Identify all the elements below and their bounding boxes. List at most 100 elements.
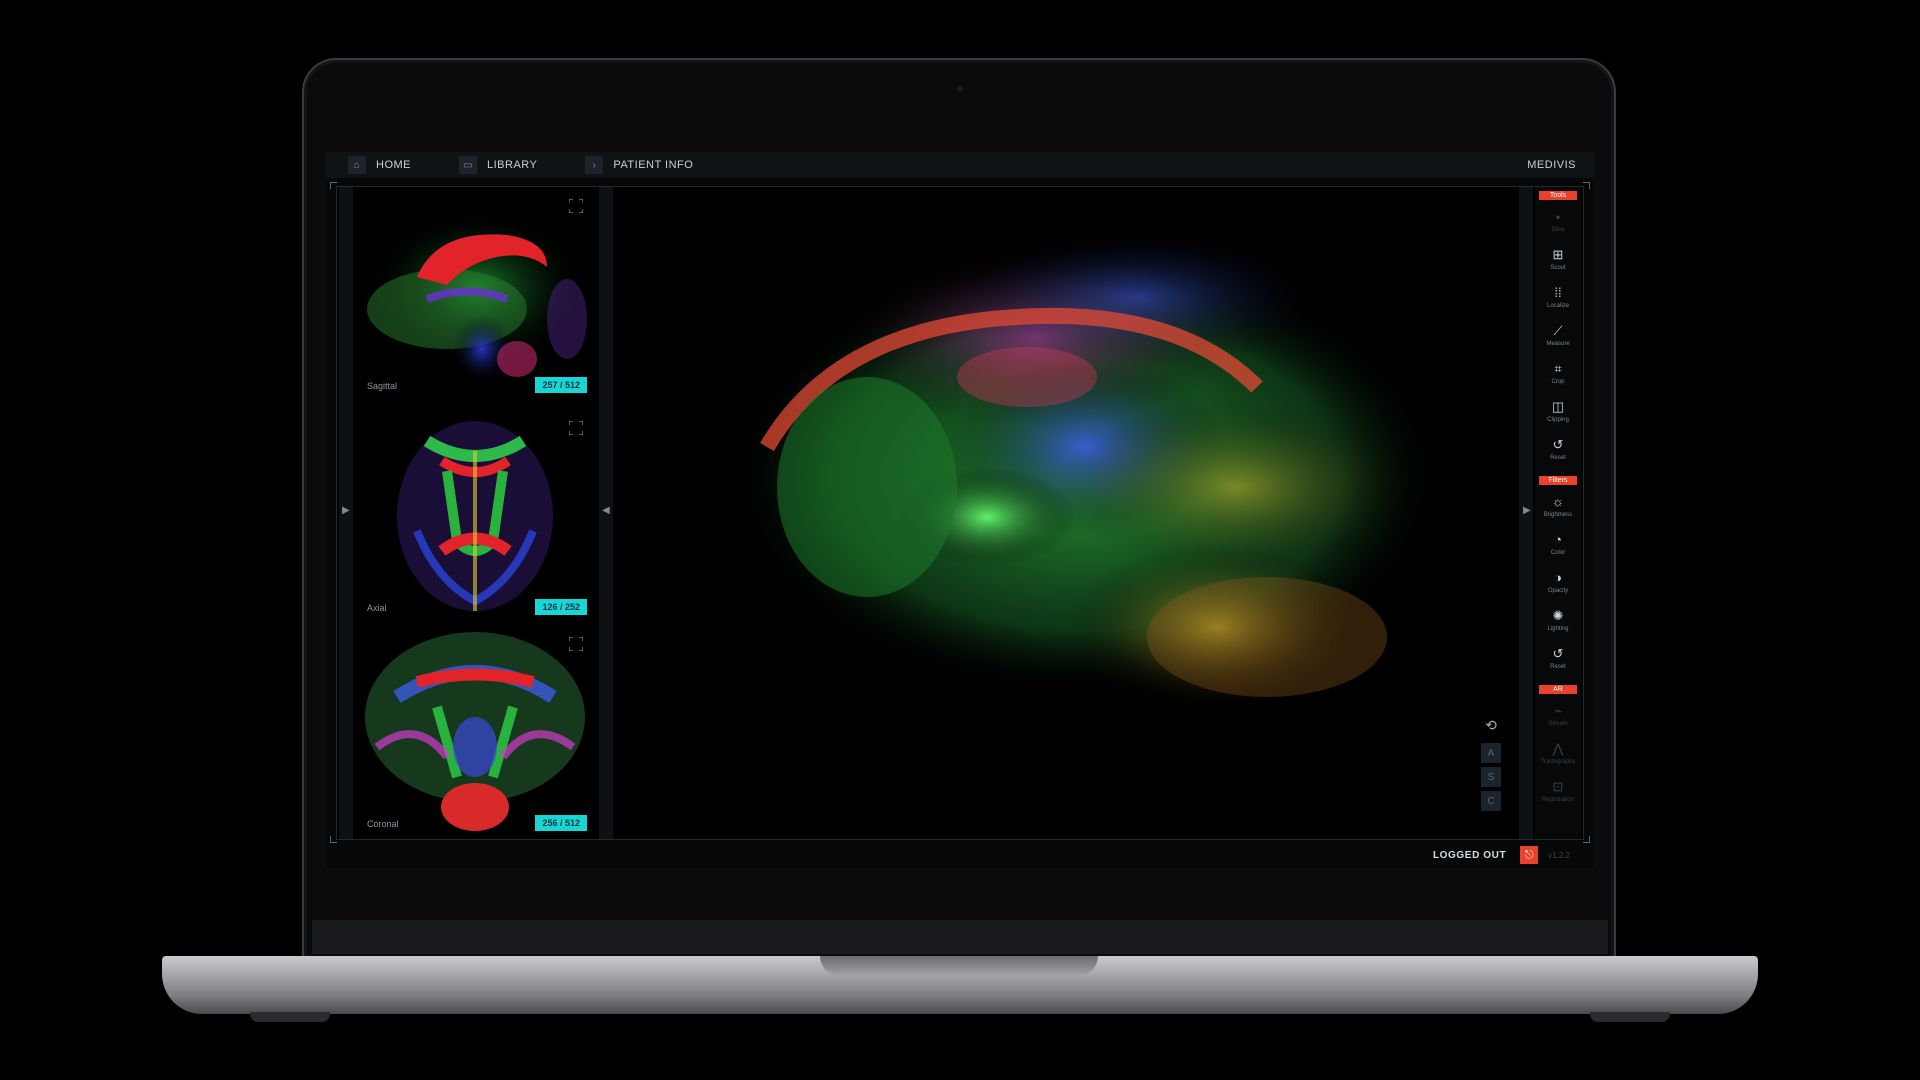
filter-reset[interactable]: ↺ Reset: [1535, 639, 1581, 677]
tool-label: Reset: [1550, 455, 1566, 461]
view-axial-button[interactable]: A: [1481, 743, 1501, 763]
opacity-icon: ◑: [1554, 570, 1562, 585]
clipping-icon: ◫: [1551, 399, 1565, 414]
tool-crop[interactable]: ⌗ Crop: [1535, 354, 1581, 392]
reset-icon: ↺: [1552, 437, 1564, 452]
tool-localize[interactable]: ⁞⁞ Localize: [1535, 278, 1581, 316]
nav-library-label: LIBRARY: [487, 159, 538, 171]
slice-label: Sagittal: [367, 381, 398, 391]
chevron-right-icon: ▶: [1523, 505, 1531, 516]
frame-corner: [1583, 182, 1590, 189]
toolbar-toggle[interactable]: ▶: [1519, 187, 1533, 839]
top-nav: ⌂ HOME ▭ LIBRARY › PATIENT INFO MEDIVIS: [326, 152, 1594, 178]
ruler-icon: ⟋: [1553, 323, 1563, 338]
filter-opacity[interactable]: ◑ Opacity: [1535, 563, 1581, 601]
lid-hinge: [312, 920, 1608, 954]
slice-counter-badge: 257 / 512: [535, 377, 587, 393]
slice-view-sagittal[interactable]: Sagittal 257 / 512: [357, 189, 593, 399]
slice-label: Coronal: [367, 819, 399, 829]
tool-label: Lighting: [1547, 626, 1569, 632]
pin-icon: ⬩: [1555, 209, 1561, 224]
laptop-notch: [820, 956, 1098, 976]
nav-home-label: HOME: [376, 159, 411, 171]
left-panel-toggle[interactable]: ▶: [339, 187, 353, 839]
home-icon: ⌂: [348, 156, 366, 174]
login-button[interactable]: ⎋: [1520, 846, 1539, 864]
tools-header: Tools: [1539, 191, 1577, 200]
tool-measure[interactable]: ⟋ Measure: [1535, 316, 1581, 354]
grid-icon: ⊞: [1552, 247, 1564, 262]
localize-icon: ⁞⁞: [1554, 285, 1562, 300]
login-status: LOGGED OUT: [1432, 849, 1507, 861]
stream-icon: ⌁: [1554, 703, 1562, 718]
tool-label: Scout: [1550, 265, 1566, 271]
expand-icon[interactable]: [569, 421, 583, 435]
filters-header: Filters: [1539, 476, 1577, 485]
tool-reset[interactable]: ↺ Reset: [1535, 430, 1581, 468]
slice-panel: Sagittal 257 / 512 Axial 126 / 252 Coron…: [357, 189, 593, 837]
tool-label: Clipping: [1547, 417, 1569, 423]
chevron-right-icon: ›: [585, 156, 604, 174]
view-sagittal-button[interactable]: S: [1481, 767, 1501, 787]
tool-clipping[interactable]: ◫ Clipping: [1535, 392, 1581, 430]
expand-icon[interactable]: [569, 637, 583, 651]
tool-label: Slice: [1551, 227, 1565, 233]
laptop-foot: [1590, 1012, 1670, 1022]
folder-icon: ▭: [459, 156, 477, 174]
slice-view-axial[interactable]: Axial 126 / 252: [357, 411, 593, 621]
sagittal-image: [365, 209, 589, 384]
rotate-icon[interactable]: ⟲: [1481, 717, 1501, 733]
lighting-icon: ✺: [1552, 608, 1564, 623]
slice-counter-badge: 256 / 512: [535, 815, 587, 831]
frame-corner: [330, 182, 337, 189]
slice-label: Axial: [367, 603, 387, 613]
login-icon: ⎋: [1524, 848, 1534, 861]
tool-label: Brightness: [1543, 512, 1573, 518]
ar-stream[interactable]: ⌁ Stream: [1535, 696, 1581, 734]
reset-icon: ↺: [1552, 646, 1564, 661]
app-window: ⌂ HOME ▭ LIBRARY › PATIENT INFO MEDIVIS …: [326, 152, 1594, 868]
nav-library[interactable]: ▭ LIBRARY: [437, 152, 537, 178]
tool-panel: Tools ⬩ Slice ⊞ Scout ⁞⁞ Localize ⟋ Measure …: [1535, 187, 1581, 839]
filter-color[interactable]: ◔ Color: [1535, 525, 1581, 563]
filter-lighting[interactable]: ✺ Lighting: [1535, 601, 1581, 639]
ar-tractography[interactable]: ⋀ Tractography: [1535, 734, 1581, 772]
tool-slice[interactable]: ⬩ Slice: [1535, 202, 1581, 240]
ar-registration[interactable]: ⊡ Registration: [1535, 772, 1581, 810]
brand-logo: MEDIVIS: [1527, 159, 1576, 171]
ar-header: AR: [1539, 685, 1577, 694]
tool-label: Stream: [1548, 721, 1568, 727]
tool-label: Registration: [1541, 797, 1574, 803]
brightness-icon: ☼: [1552, 494, 1564, 509]
nav-patient-info[interactable]: › PATIENT INFO: [563, 152, 693, 178]
workspace: ▶ Sagittal 257 / 512 Axial 126 / 252 Cor…: [336, 186, 1584, 840]
palette-icon: ◔: [1554, 532, 1562, 547]
slice-view-coronal[interactable]: Coronal 256 / 512: [357, 627, 593, 837]
slice-counter-badge: 126 / 252: [535, 599, 587, 615]
registration-icon: ⊡: [1552, 779, 1564, 794]
tool-label: Color: [1550, 550, 1566, 556]
status-bar: LOGGED OUT ⎋ v1.2.2: [326, 842, 1594, 868]
version-label: v1.2.2: [1548, 850, 1570, 860]
chevron-left-icon: ◀: [602, 505, 610, 516]
tool-label: Opacity: [1547, 588, 1569, 594]
tool-label: Measure: [1546, 341, 1570, 347]
expand-icon[interactable]: [569, 199, 583, 213]
tool-label: Crop: [1551, 379, 1565, 385]
tool-label: Tractography: [1540, 759, 1576, 765]
nav-patient-info-label: PATIENT INFO: [613, 159, 694, 171]
tract-icon: ⋀: [1552, 741, 1564, 756]
3d-viewer[interactable]: ⟲ A S C: [617, 187, 1515, 839]
brain-tractography-render: [727, 227, 1447, 712]
nav-home[interactable]: ⌂ HOME: [326, 152, 411, 178]
crop-icon: ⌗: [1554, 361, 1562, 376]
filter-brightness[interactable]: ☼ Brightness: [1535, 487, 1581, 525]
tool-scout[interactable]: ⊞ Scout: [1535, 240, 1581, 278]
coronal-image: [365, 632, 585, 831]
camera: [955, 84, 965, 94]
axial-image: [397, 421, 553, 611]
tool-label: Reset: [1550, 664, 1566, 670]
view-coronal-button[interactable]: C: [1481, 791, 1501, 811]
slice-panel-toggle[interactable]: ◀: [599, 187, 613, 839]
tool-label: Localize: [1546, 303, 1569, 309]
